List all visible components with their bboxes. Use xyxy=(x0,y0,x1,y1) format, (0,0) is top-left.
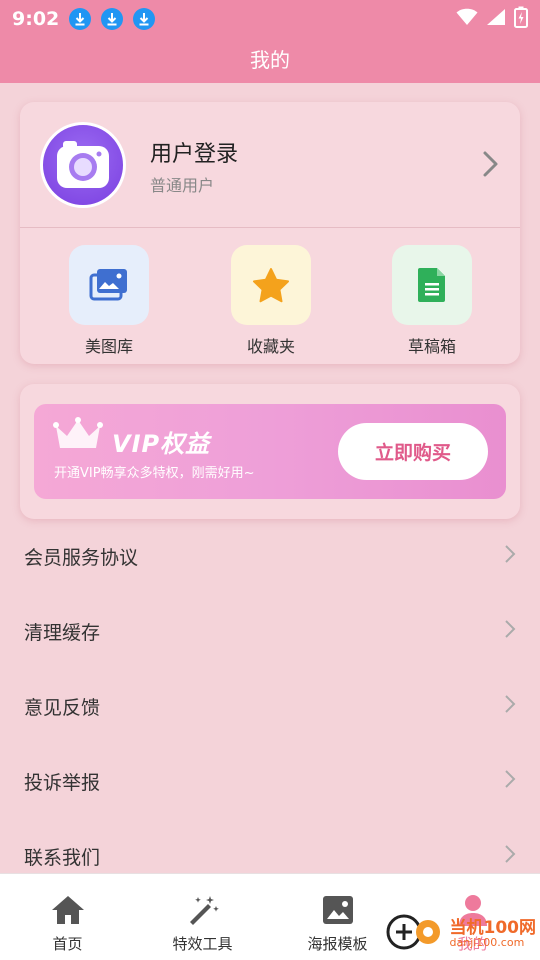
vip-title: VIP权益 xyxy=(112,430,211,458)
watermark: 当机100网 danji100.com xyxy=(384,912,537,956)
tab-home[interactable]: 首页 xyxy=(0,874,135,960)
image-icon xyxy=(321,894,355,930)
tab-label: 海报模板 xyxy=(307,935,368,953)
menu-item-label: 清理缓存 xyxy=(24,622,101,644)
vip-banner[interactable]: VIP权益 开通VIP畅享众多特权，刚需好用~ 立即购买 xyxy=(34,404,506,499)
chevron-right-icon xyxy=(504,694,516,719)
download-icon xyxy=(133,8,156,30)
menu-item-clear-cache[interactable]: 清理缓存 xyxy=(0,594,540,669)
quick-action-drafts[interactable]: 草稿箱 xyxy=(392,245,472,357)
vip-subtitle: 开通VIP畅享众多特权，刚需好用~ xyxy=(54,466,255,481)
menu-item-report[interactable]: 投诉举报 xyxy=(0,744,540,819)
watermark-text: 当机100网 xyxy=(449,918,537,938)
chevron-right-icon[interactable] xyxy=(482,150,500,182)
gallery-icon xyxy=(69,245,149,325)
quick-action-gallery[interactable]: 美图库 xyxy=(69,245,149,357)
signal-icon xyxy=(486,8,506,30)
quick-action-label: 草稿箱 xyxy=(407,337,456,356)
quick-action-label: 美图库 xyxy=(84,337,133,356)
quick-action-label: 收藏夹 xyxy=(246,337,295,356)
home-icon xyxy=(50,894,86,930)
chevron-right-icon xyxy=(504,844,516,869)
divider xyxy=(20,227,520,228)
chevron-right-icon xyxy=(504,544,516,569)
buy-vip-button[interactable]: 立即购买 xyxy=(338,423,488,480)
profile-card: 用户登录 普通用户 美图库 收藏夹 草稿箱 xyxy=(20,102,520,364)
avatar[interactable] xyxy=(40,122,126,208)
menu-item-feedback[interactable]: 意见反馈 xyxy=(0,669,540,744)
menu-item-member-agreement[interactable]: 会员服务协议 xyxy=(0,519,540,594)
menu-item-label: 会员服务协议 xyxy=(24,547,139,569)
menu-item-label: 联系我们 xyxy=(24,847,101,869)
login-title[interactable]: 用户登录 xyxy=(150,136,238,168)
tab-label: 特效工具 xyxy=(172,935,233,953)
chevron-right-icon xyxy=(504,619,516,644)
tab-label: 首页 xyxy=(52,935,83,953)
status-bar: 9:02 xyxy=(0,0,540,38)
camera-icon xyxy=(57,141,109,188)
watermark-url: danji100.com xyxy=(449,936,525,949)
status-time: 9:02 xyxy=(12,8,60,30)
crown-icon xyxy=(52,416,104,456)
vip-card: VIP权益 开通VIP畅享众多特权，刚需好用~ 立即购买 xyxy=(20,384,520,519)
battery-icon xyxy=(514,6,528,32)
wifi-icon xyxy=(456,8,478,30)
user-level: 普通用户 xyxy=(150,176,215,195)
tab-effects[interactable]: 特效工具 xyxy=(135,874,270,960)
menu-item-label: 意见反馈 xyxy=(24,697,101,719)
chevron-right-icon xyxy=(504,769,516,794)
page-title: 我的 xyxy=(0,38,540,83)
download-icon xyxy=(101,8,124,30)
star-icon xyxy=(231,245,311,325)
document-icon xyxy=(392,245,472,325)
menu-item-label: 投诉举报 xyxy=(24,772,101,794)
watermark-logo-icon xyxy=(384,912,446,956)
quick-action-favorites[interactable]: 收藏夹 xyxy=(231,245,311,357)
magic-wand-icon xyxy=(186,894,220,930)
download-icon xyxy=(69,8,92,30)
